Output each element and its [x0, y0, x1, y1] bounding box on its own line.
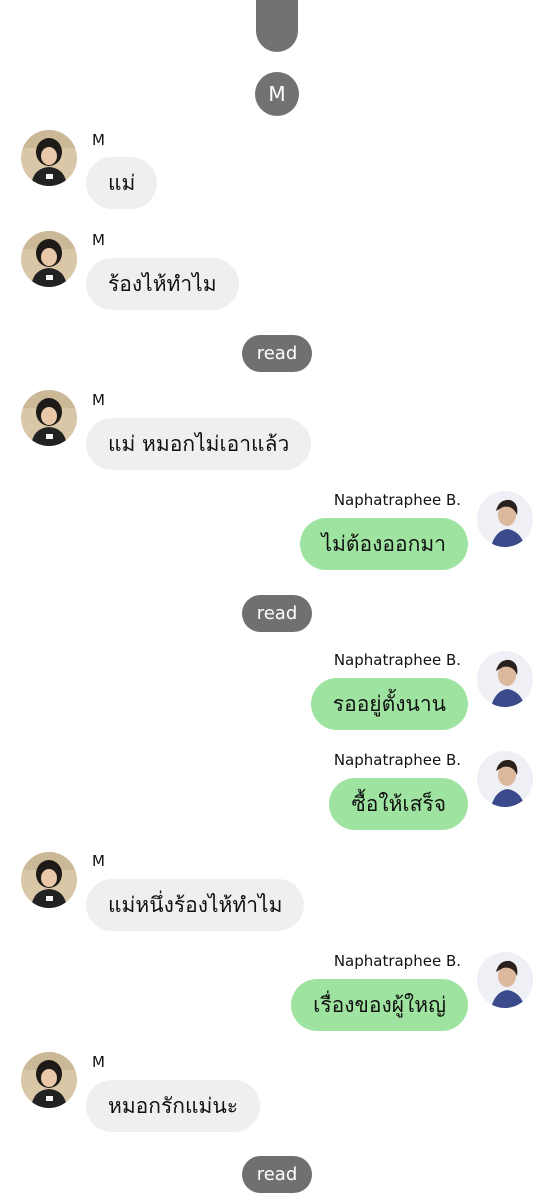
read-receipt: read	[242, 595, 312, 632]
sender-name: Naphatraphee B.	[333, 651, 461, 669]
message-bubble-incoming[interactable]: หมอกรักแม่นะ	[86, 1080, 261, 1132]
message-bubble-outgoing[interactable]: ซื้อให้เสร็จ	[329, 778, 468, 830]
sender-name: M	[92, 131, 105, 149]
sender-name: Naphatraphee B.	[333, 751, 461, 769]
message-bubble-incoming[interactable]: ร้องไห้ทำไม	[86, 258, 239, 310]
avatar-m[interactable]	[21, 390, 77, 446]
message-bubble-outgoing[interactable]: ไม่ต้องออกมา	[299, 518, 468, 570]
read-receipt: read	[242, 335, 312, 372]
avatar-naphatraphee[interactable]	[477, 651, 533, 707]
avatar-m[interactable]	[21, 1052, 77, 1108]
sender-name: M	[92, 852, 105, 870]
sender-name: Naphatraphee B.	[333, 952, 461, 970]
avatar-naphatraphee[interactable]	[477, 751, 533, 807]
avatar-naphatraphee[interactable]	[477, 952, 533, 1008]
sender-name: M	[92, 391, 105, 409]
message-bubble-outgoing[interactable]: เรื่องของผู้ใหญ่	[291, 979, 468, 1031]
message-bubble-incoming[interactable]: แม่	[86, 157, 158, 209]
message-bubble-outgoing[interactable]: รออยู่ตั้งนาน	[310, 678, 468, 730]
avatar-naphatraphee[interactable]	[477, 491, 533, 547]
sender-name: M	[92, 231, 105, 249]
avatar-m[interactable]	[21, 130, 77, 186]
read-receipt: read	[242, 1156, 312, 1193]
scroll-handle[interactable]	[256, 0, 298, 52]
avatar-m[interactable]	[21, 231, 77, 287]
avatar-m[interactable]	[21, 852, 77, 908]
message-bubble-incoming[interactable]: แม่หนึ่งร้องไห้ทำไม	[86, 879, 305, 931]
message-bubble-incoming[interactable]: แม่ หมอกไม่เอาแล้ว	[86, 418, 312, 470]
sender-name: M	[92, 1053, 105, 1071]
group-badge: M	[255, 72, 299, 116]
sender-name: Naphatraphee B.	[333, 491, 461, 509]
